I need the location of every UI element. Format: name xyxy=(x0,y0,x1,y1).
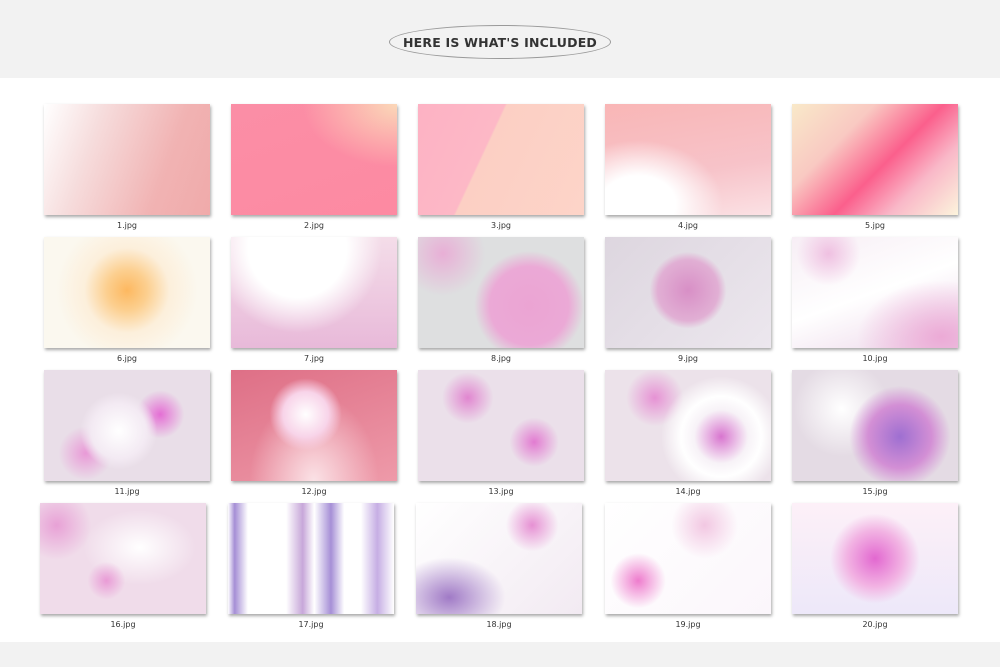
file-thumbnail[interactable] xyxy=(605,370,771,481)
file-name: 1.jpg xyxy=(116,221,137,230)
file-thumbnail[interactable] xyxy=(792,503,958,614)
file-thumbnail[interactable] xyxy=(44,237,210,348)
file-thumbnail[interactable] xyxy=(792,370,958,481)
file-name: 12.jpg xyxy=(301,487,327,496)
file-name: 10.jpg xyxy=(862,354,888,363)
file-thumbnail[interactable] xyxy=(605,503,771,614)
file-name: 7.jpg xyxy=(303,354,324,363)
file-thumbnail[interactable] xyxy=(418,237,584,348)
file-thumbnail[interactable] xyxy=(792,237,958,348)
file-thumbnail[interactable] xyxy=(231,237,397,348)
file-thumbnail[interactable] xyxy=(44,370,210,481)
file-name: 5.jpg xyxy=(864,221,885,230)
file-name: 11.jpg xyxy=(114,487,140,496)
file-name: 2.jpg xyxy=(303,221,324,230)
file-name: 16.jpg xyxy=(110,620,136,629)
file-name: 4.jpg xyxy=(677,221,698,230)
file-name: 18.jpg xyxy=(486,620,512,629)
file-name: 15.jpg xyxy=(862,487,888,496)
file-name: 17.jpg xyxy=(298,620,324,629)
file-name: 13.jpg xyxy=(488,487,514,496)
file-thumbnail[interactable] xyxy=(605,104,771,215)
file-grid: 1.jpg 2.jpg 3.jpg 4.jpg 5.jpg 6.jpg 7.jpg 8.jpg… xyxy=(0,78,1000,642)
file-thumbnail[interactable] xyxy=(792,104,958,215)
file-thumbnail[interactable] xyxy=(228,503,394,614)
file-thumbnail[interactable] xyxy=(231,370,397,481)
file-name: 19.jpg xyxy=(675,620,701,629)
file-thumbnail[interactable] xyxy=(231,104,397,215)
file-name: 6.jpg xyxy=(116,354,137,363)
file-thumbnail[interactable] xyxy=(418,104,584,215)
file-thumbnail[interactable] xyxy=(418,370,584,481)
section-title: HERE IS WHAT'S INCLUDED xyxy=(389,25,611,59)
file-name: 14.jpg xyxy=(675,487,701,496)
file-name: 8.jpg xyxy=(490,354,511,363)
file-thumbnail[interactable] xyxy=(605,237,771,348)
header-band: HERE IS WHAT'S INCLUDED xyxy=(0,0,1000,78)
file-name: 20.jpg xyxy=(862,620,888,629)
file-thumbnail[interactable] xyxy=(416,503,582,614)
file-name: 3.jpg xyxy=(490,221,511,230)
file-thumbnail[interactable] xyxy=(44,104,210,215)
file-thumbnail[interactable] xyxy=(40,503,206,614)
file-name: 9.jpg xyxy=(677,354,698,363)
